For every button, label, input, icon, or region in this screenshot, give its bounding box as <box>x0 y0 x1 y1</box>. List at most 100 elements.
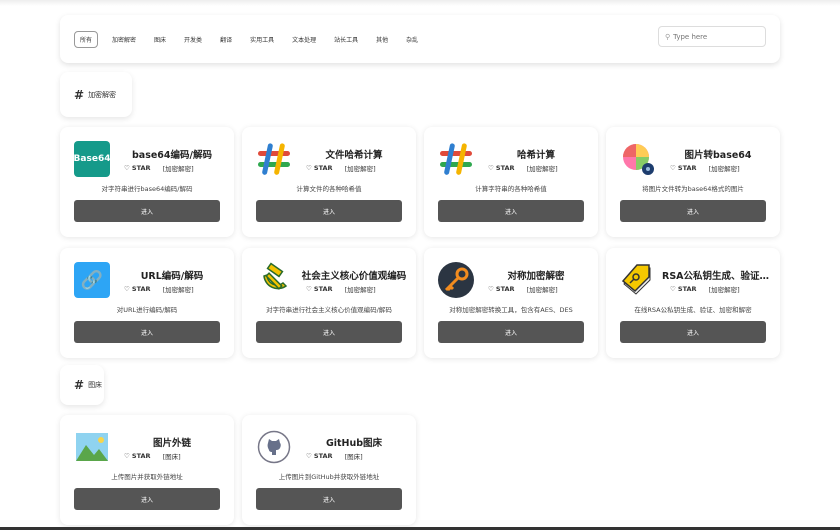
photos-icon <box>620 141 656 177</box>
key-icon <box>438 262 474 298</box>
tool-card: 哈希计算 ♡ STAR [加密解密] 计算字符串的各种哈希值 进入 <box>424 127 598 237</box>
tool-title: 图片外链 <box>152 438 191 449</box>
category-label: [加密解密] <box>708 165 740 173</box>
search-box[interactable]: ⚲ <box>658 26 766 47</box>
search-icon: ⚲ <box>665 32 671 41</box>
star-label: STAR <box>495 164 515 172</box>
tool-card: 社会主义核心价值观编码 ♡ STAR [加密解密] 对字符串进行社会主义核心价值观… <box>242 248 416 358</box>
heart-icon: ♡ <box>306 452 312 460</box>
star-button[interactable]: ♡ STAR <box>670 285 697 293</box>
hash-icon <box>438 141 474 177</box>
tool-card: Base64 base64编码/解码 ♡ STAR [加密解密] 对字符串进行ba… <box>60 127 234 237</box>
star-label: STAR <box>495 285 515 293</box>
hash-icon <box>256 141 292 177</box>
search-input[interactable] <box>673 32 754 41</box>
tool-description: 将图片文件转为base64格式的图片 <box>642 185 744 193</box>
enter-button[interactable]: 进入 <box>74 488 220 510</box>
category-nav: 所有 加密解密 图床 开发类 翻译 实用工具 文本处理 站长工具 其他 杂乱 ⚲ <box>60 15 780 63</box>
tool-title: GitHub图床 <box>325 438 383 449</box>
section-tag-crypto: # 加密解密 <box>60 72 132 117</box>
tool-card: RSA公私钥生成、验证、加密 ♡ STAR [加密解密] 在线RSA公私钥生成、验… <box>606 248 780 358</box>
heart-icon: ♡ <box>306 285 312 293</box>
top-border <box>0 0 840 6</box>
category-label: [加密解密] <box>708 286 740 294</box>
heart-icon: ♡ <box>124 452 130 460</box>
heart-icon: ♡ <box>670 164 676 172</box>
nav-item-webmaster[interactable]: 站长工具 <box>330 32 362 47</box>
nav-item-text[interactable]: 文本处理 <box>288 32 320 47</box>
tool-title: 社会主义核心价值观编码 <box>301 271 407 282</box>
enter-button[interactable]: 进入 <box>438 321 584 343</box>
nav-item-dev[interactable]: 开发类 <box>180 32 206 47</box>
tool-card: 图片外链 ♡ STAR [图床] 上传图片并获取外链地址 进入 <box>60 415 234 525</box>
tool-description: 上传图片并获取外链地址 <box>111 473 183 481</box>
enter-button[interactable]: 进入 <box>438 200 584 222</box>
category-label: [加密解密] <box>344 165 376 173</box>
star-button[interactable]: ♡ STAR <box>306 452 333 460</box>
star-label: STAR <box>677 285 697 293</box>
tool-title: RSA公私钥生成、验证、加密 <box>662 271 774 282</box>
heart-icon: ♡ <box>306 164 312 172</box>
tool-title: 文件哈希计算 <box>325 150 383 161</box>
enter-button[interactable]: 进入 <box>256 488 402 510</box>
tool-title: 图片转base64 <box>684 150 752 161</box>
github-icon <box>256 429 292 465</box>
tool-description: 对URL进行编码/解码 <box>116 306 178 314</box>
tool-description: 上传图片到GitHub并获取外链地址 <box>278 473 380 481</box>
star-label: STAR <box>131 285 151 293</box>
tool-description: 对称加密解密转换工具，包含有AES、DES <box>449 306 573 314</box>
star-label: STAR <box>677 164 697 172</box>
heart-icon: ♡ <box>124 285 130 293</box>
hash-icon: # <box>74 87 85 102</box>
hash-icon: # <box>74 378 85 392</box>
tool-title: 哈希计算 <box>516 150 555 161</box>
star-button[interactable]: ♡ STAR <box>488 164 515 172</box>
category-label: [图床] <box>344 453 363 461</box>
tool-title: base64编码/解码 <box>132 150 212 161</box>
tool-card: 文件哈希计算 ♡ STAR [加密解密] 计算文件的各种哈希值 进入 <box>242 127 416 237</box>
base64-icon: Base64 <box>74 141 110 177</box>
heart-icon: ♡ <box>670 285 676 293</box>
section-title: 图床 <box>88 381 103 389</box>
star-button[interactable]: ♡ STAR <box>306 285 333 293</box>
star-label: STAR <box>313 164 333 172</box>
enter-button[interactable]: 进入 <box>620 200 766 222</box>
tool-card: 对称加密解密 ♡ STAR [加密解密] 对称加密解密转换工具，包含有AES、DE… <box>424 248 598 358</box>
section-title: 加密解密 <box>88 90 117 99</box>
heart-icon: ♡ <box>124 164 130 172</box>
tool-title: 对称加密解密 <box>507 271 565 282</box>
star-label: STAR <box>131 164 151 172</box>
category-label: [加密解密] <box>162 165 194 173</box>
tool-card: 🔗 URL编码/解码 ♡ STAR [加密解密] 对URL进行编码/解码 进入 <box>60 248 234 358</box>
category-label: [加密解密] <box>344 286 376 294</box>
nav-item-image-host[interactable]: 图床 <box>150 32 170 47</box>
star-button[interactable]: ♡ STAR <box>124 452 151 460</box>
tool-card: GitHub图床 ♡ STAR [图床] 上传图片到GitHub并获取外链地址 进… <box>242 415 416 525</box>
nav-item-misc[interactable]: 杂乱 <box>402 32 422 47</box>
star-label: STAR <box>313 452 333 460</box>
star-button[interactable]: ♡ STAR <box>488 285 515 293</box>
star-button[interactable]: ♡ STAR <box>306 164 333 172</box>
tool-description: 计算字符串的各种哈希值 <box>475 185 547 193</box>
nav-item-all[interactable]: 所有 <box>74 30 99 48</box>
nav-item-other[interactable]: 其他 <box>372 32 392 47</box>
star-label: STAR <box>131 452 151 460</box>
hammer-sickle-icon <box>256 262 292 298</box>
star-button[interactable]: ♡ STAR <box>124 164 151 172</box>
key-tag-icon <box>620 262 656 298</box>
enter-button[interactable]: 进入 <box>74 200 220 222</box>
enter-button[interactable]: 进入 <box>620 321 766 343</box>
heart-icon: ♡ <box>488 164 494 172</box>
nav-item-translate[interactable]: 翻译 <box>216 32 236 47</box>
star-button[interactable]: ♡ STAR <box>124 285 151 293</box>
section-tag-image-host: # 图床 <box>60 365 104 405</box>
tool-description: 对字符串进行社会主义核心价值观编码/解码 <box>266 306 392 314</box>
nav-item-crypto[interactable]: 加密解密 <box>108 32 140 47</box>
enter-button[interactable]: 进入 <box>256 321 402 343</box>
enter-button[interactable]: 进入 <box>74 321 220 343</box>
star-button[interactable]: ♡ STAR <box>670 164 697 172</box>
nav-item-utilities[interactable]: 实用工具 <box>246 32 278 47</box>
category-label: [加密解密] <box>526 286 558 294</box>
enter-button[interactable]: 进入 <box>256 200 402 222</box>
tool-card: 图片转base64 ♡ STAR [加密解密] 将图片文件转为base64格式的图… <box>606 127 780 237</box>
